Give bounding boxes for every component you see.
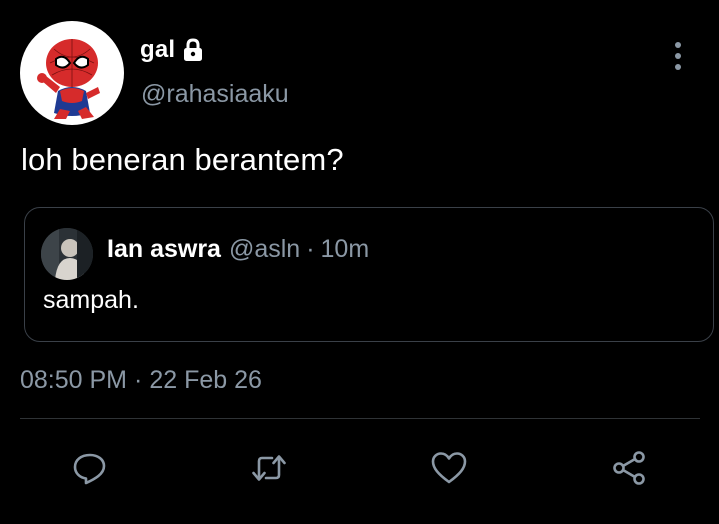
divider: [20, 418, 700, 419]
more-options-icon[interactable]: [664, 38, 692, 74]
quoted-author-avatar[interactable]: [41, 228, 93, 280]
quoted-header: Ian aswra @asln · 10m: [107, 235, 369, 264]
reply-icon: [73, 453, 106, 485]
timestamp-time: 08:50 PM: [20, 366, 128, 394]
spiderman-avatar-icon: [37, 39, 100, 119]
timestamp-separator: ·: [134, 366, 143, 394]
share-button[interactable]: [609, 448, 649, 488]
retweet-button[interactable]: [249, 448, 289, 488]
more-dot: [675, 64, 681, 70]
quoted-author-name: Ian aswra: [107, 235, 221, 263]
tweet-detail: gal @rahasiaaku loh beneran berantem? Ia…: [0, 0, 719, 524]
quoted-author-handle: @asln: [228, 235, 301, 263]
lock-icon: [182, 38, 204, 62]
more-dot: [675, 42, 681, 48]
retweet-icon: [252, 455, 286, 481]
tweet-text: loh beneran berantem?: [21, 142, 344, 177]
quoted-tweet-card[interactable]: Ian aswra @asln · 10m sampah.: [24, 207, 714, 342]
heart-icon: [431, 452, 467, 484]
share-icon: [613, 451, 645, 485]
person-photo-icon: [41, 228, 93, 280]
quoted-tweet-text: sampah.: [43, 286, 139, 314]
timestamp-date: 22 Feb 26: [149, 366, 262, 394]
author-display-name: gal: [140, 36, 176, 63]
like-button[interactable]: [429, 448, 469, 488]
quoted-separator: ·: [306, 235, 315, 263]
author-avatar[interactable]: [20, 21, 124, 125]
tweet-timestamp[interactable]: 08:50 PM · 22 Feb 26: [20, 366, 262, 395]
quoted-time: 10m: [320, 235, 370, 263]
author-handle[interactable]: @rahasiaaku: [141, 80, 289, 109]
more-dot: [675, 53, 681, 59]
reply-button[interactable]: [70, 448, 110, 488]
author-name-row[interactable]: gal: [140, 33, 204, 67]
